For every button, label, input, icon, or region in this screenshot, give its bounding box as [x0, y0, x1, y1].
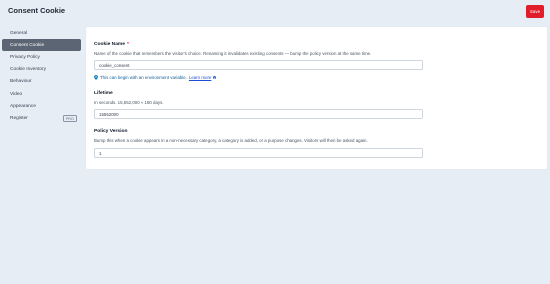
page-title: Consent Cookie [8, 6, 66, 15]
lifetime-input[interactable]: 15552000 [94, 109, 423, 119]
sidebar-item-privacy-policy[interactable]: Privacy Policy [2, 51, 81, 63]
map-pin-icon [94, 75, 98, 80]
settings-card: Cookie Name * Name of the cookie that rem… [86, 27, 547, 169]
required-mark: * [127, 42, 129, 47]
sidebar-item-cookie-inventory[interactable]: Cookie Inventory [2, 64, 81, 76]
sidebar-item-register[interactable]: Register PRO [2, 112, 81, 124]
sidebar-item-label: Register [10, 115, 28, 121]
cookie-name-input[interactable]: cookie_consent [94, 60, 423, 70]
sidebar-item-behaviour[interactable]: Behaviour [2, 76, 81, 88]
sidebar-item-label: Privacy Policy [10, 54, 40, 60]
learn-more-link[interactable]: Learn more [189, 75, 211, 80]
sidebar-item-label: Behaviour [10, 79, 32, 85]
cookie-name-description: Name of the cookie that remembers the vi… [94, 51, 372, 56]
policy-version-description: Bump this when a cookie appears in a non… [94, 138, 368, 143]
pro-badge: PRO [62, 115, 77, 123]
cookie-name-label-text: Cookie Name [94, 42, 125, 47]
sidebar-item-appearance[interactable]: Appearance [2, 100, 81, 112]
sidebar-item-label: Cookie Inventory [10, 67, 46, 73]
sidebar-item-label: Video [10, 91, 23, 97]
save-button[interactable]: Save [526, 5, 544, 18]
sidebar-item-video[interactable]: Video [2, 88, 81, 100]
cookie-name-label: Cookie Name * [94, 42, 129, 47]
cookie-name-hint: This can begin with an environment varia… [94, 75, 217, 80]
sidebar-item-label: General [10, 30, 28, 36]
lifetime-description: In seconds. 15,552,000 ≈ 180 days. [94, 100, 164, 105]
sidebar-item-general[interactable]: General [2, 27, 81, 39]
sidebar-item-label: Appearance [10, 103, 36, 109]
lifetime-label: Lifetime [94, 91, 113, 96]
info-icon: i [212, 75, 217, 80]
sidebar-nav: General Consent Cookie Privacy Policy Co… [0, 27, 82, 125]
policy-version-input[interactable]: 1 [94, 148, 423, 158]
top-bar: Consent Cookie Save [0, 0, 550, 24]
policy-version-label: Policy Version [94, 129, 128, 134]
sidebar-item-consent-cookie[interactable]: Consent Cookie [2, 39, 81, 52]
hint-text: This can begin with an environment varia… [100, 75, 187, 80]
sidebar-item-label: Consent Cookie [10, 42, 45, 48]
